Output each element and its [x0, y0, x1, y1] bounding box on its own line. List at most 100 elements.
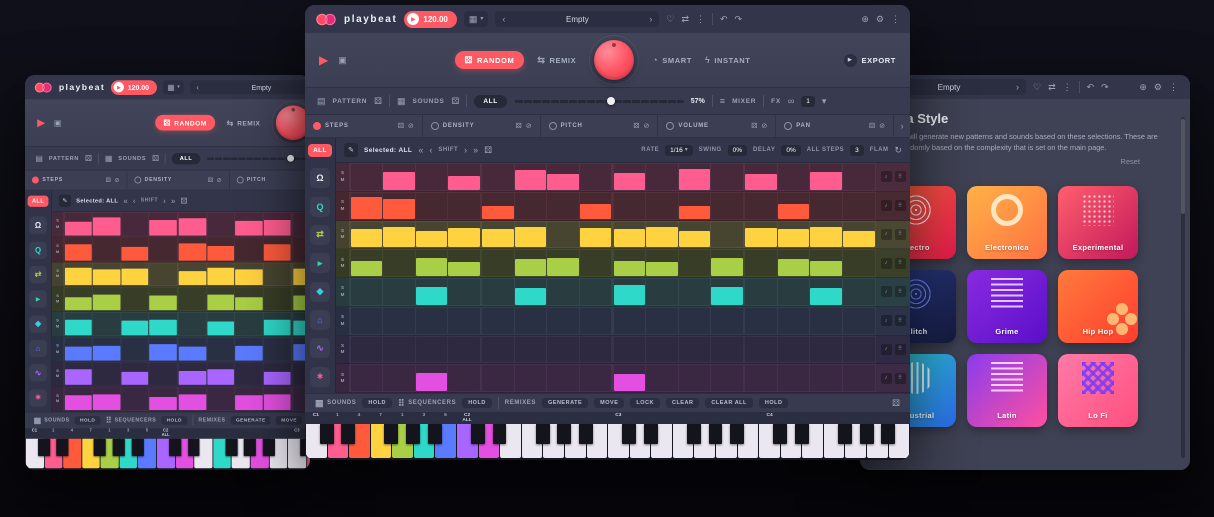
complexity-slider[interactable]: [206, 157, 310, 160]
style-tile-latin[interactable]: Latin: [967, 354, 1047, 427]
step-cell[interactable]: [448, 337, 480, 363]
step-cell[interactable]: [482, 222, 514, 248]
step-cell[interactable]: [745, 164, 777, 190]
step-cell[interactable]: [64, 263, 91, 285]
step-cell[interactable]: [263, 288, 290, 310]
step-cell[interactable]: [93, 263, 120, 285]
step-cell[interactable]: [448, 250, 480, 276]
solo-button[interactable]: S: [56, 319, 59, 323]
step-cell[interactable]: [810, 337, 842, 363]
step-cell[interactable]: [679, 164, 711, 190]
swing-value[interactable]: 0%: [728, 145, 747, 156]
track-options-icon[interactable]: ⠿: [895, 344, 906, 355]
step-cell[interactable]: [778, 250, 810, 276]
mute-button[interactable]: M: [56, 375, 59, 379]
track-audition-icon[interactable]: ♪: [881, 315, 892, 326]
step-cell[interactable]: [263, 213, 290, 235]
black-key[interactable]: [579, 424, 593, 444]
smart-toggle[interactable]: ◔SMART: [652, 56, 692, 65]
param-dice-icon[interactable]: ⚄: [106, 177, 111, 183]
black-key[interactable]: [428, 424, 442, 444]
mute-button[interactable]: M: [56, 250, 59, 254]
step-cell[interactable]: [843, 222, 875, 248]
track-audition-icon[interactable]: ♪: [881, 229, 892, 240]
step-cell[interactable]: [646, 250, 678, 276]
param-dice-icon[interactable]: ⚄: [398, 123, 404, 130]
black-key[interactable]: [709, 424, 723, 444]
preset-next-icon[interactable]: ›: [1016, 83, 1019, 92]
track-2-q-sample-icon[interactable]: Q: [310, 197, 330, 217]
step-cell[interactable]: [416, 279, 448, 305]
step-cell[interactable]: [207, 288, 234, 310]
link-icon[interactable]: ⊕: [861, 15, 869, 24]
favorite-icon[interactable]: ♡: [666, 15, 674, 24]
step-cell[interactable]: [482, 365, 514, 391]
step-cell[interactable]: [179, 338, 206, 360]
black-key[interactable]: [471, 424, 485, 444]
black-key[interactable]: [773, 424, 787, 444]
favorite-icon[interactable]: ♡: [1033, 83, 1041, 92]
preset-next-icon[interactable]: ›: [649, 15, 652, 24]
track-7-wave-icon[interactable]: ∿: [29, 364, 46, 381]
solo-button[interactable]: S: [56, 344, 59, 348]
step-cell[interactable]: [235, 213, 262, 235]
step-cell[interactable]: [843, 193, 875, 219]
track-3-swap-arrows-icon[interactable]: ⇄: [310, 225, 330, 245]
step-cell[interactable]: [179, 288, 206, 310]
step-cell[interactable]: [646, 164, 678, 190]
solo-button[interactable]: S: [341, 373, 344, 378]
style-tile-grime[interactable]: Grime: [967, 270, 1047, 343]
step-cell[interactable]: [383, 365, 415, 391]
step-cell[interactable]: [448, 164, 480, 190]
step-cell[interactable]: [383, 193, 415, 219]
settings-icon[interactable]: ⚙: [876, 15, 884, 24]
link-icon[interactable]: ⊕: [1139, 83, 1147, 92]
pattern-dice-icon[interactable]: ⚄: [85, 154, 92, 162]
param-dice-icon[interactable]: ⚄: [208, 177, 213, 183]
step-cell[interactable]: [149, 288, 176, 310]
step-cell[interactable]: [515, 250, 547, 276]
shift-left-icon[interactable]: ‹: [429, 146, 432, 155]
step-cell[interactable]: [614, 222, 646, 248]
remix-clear-button[interactable]: CLEAR: [666, 398, 699, 408]
app-menu-icon[interactable]: ⋮: [1169, 83, 1178, 92]
step-cell[interactable]: [679, 308, 711, 334]
delay-value[interactable]: 0%: [781, 145, 800, 156]
remix-hold-button[interactable]: HOLD: [759, 398, 789, 408]
step-cell[interactable]: [679, 222, 711, 248]
step-cell[interactable]: [448, 279, 480, 305]
step-cell[interactable]: [482, 250, 514, 276]
step-cell[interactable]: [351, 222, 383, 248]
step-cell[interactable]: [351, 250, 383, 276]
step-cell[interactable]: [580, 250, 612, 276]
remix-move-button[interactable]: MOVE: [276, 416, 302, 425]
step-cell[interactable]: [207, 313, 234, 335]
solo-button[interactable]: S: [341, 258, 344, 263]
step-cell[interactable]: [64, 238, 91, 260]
step-cell[interactable]: [235, 363, 262, 385]
param-dice-icon[interactable]: ⚄: [633, 123, 639, 130]
shift-end-icon[interactable]: »: [473, 146, 478, 155]
params-scroll-icon[interactable]: ›: [894, 115, 910, 137]
track-5-diamond-icon[interactable]: ◆: [29, 315, 46, 332]
step-cell[interactable]: [711, 193, 743, 219]
step-cell[interactable]: [515, 222, 547, 248]
undo-icon[interactable]: ↶: [720, 15, 728, 24]
shift-start-icon[interactable]: «: [123, 197, 127, 205]
track-options-icon[interactable]: ⠿: [895, 171, 906, 182]
sounds-tab[interactable]: SOUNDS: [413, 98, 445, 105]
remix-button[interactable]: ⇆REMIX: [227, 119, 261, 127]
app-menu-icon[interactable]: ⋮: [891, 15, 900, 24]
black-key[interactable]: [622, 424, 636, 444]
style-tile-hip-hop[interactable]: Hip Hop: [1058, 270, 1138, 343]
sounds-dice-icon[interactable]: ⚄: [152, 154, 159, 162]
solo-button[interactable]: S: [56, 394, 59, 398]
step-cell[interactable]: [547, 337, 579, 363]
pattern-tab[interactable]: PATTERN: [49, 155, 79, 161]
step-cell[interactable]: [614, 365, 646, 391]
sequencers-hold-button[interactable]: HOLD: [161, 416, 187, 425]
step-cell[interactable]: [515, 337, 547, 363]
step-cell[interactable]: [778, 308, 810, 334]
step-cell[interactable]: [646, 279, 678, 305]
draw-tool-button[interactable]: ✎: [344, 143, 358, 157]
